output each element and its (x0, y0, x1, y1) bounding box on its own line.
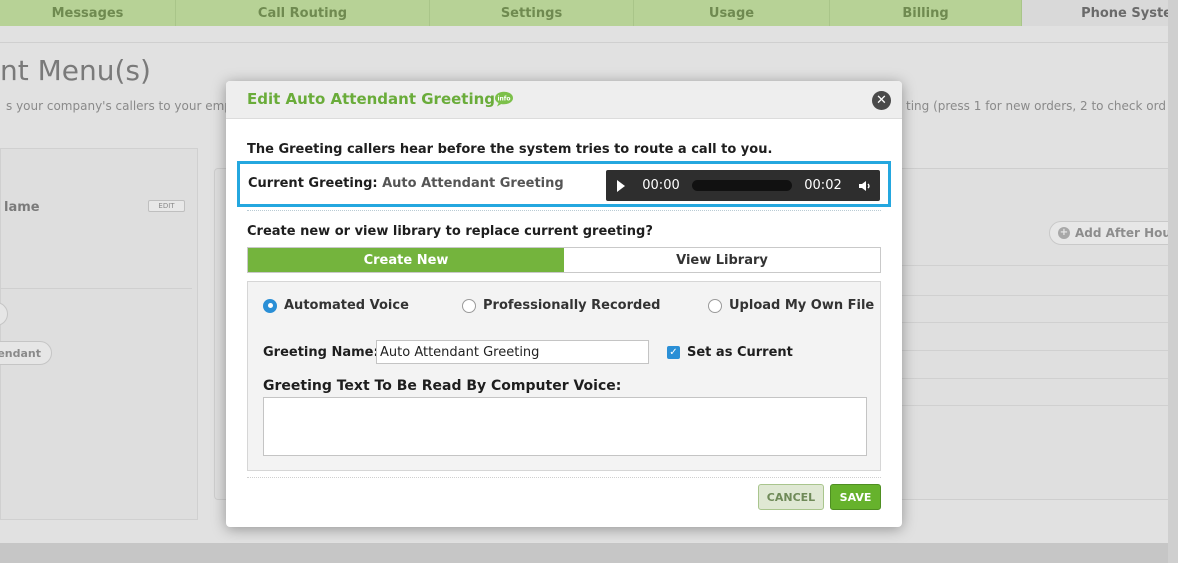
footer-divider (247, 477, 881, 478)
attendant-button-label: endant (0, 346, 41, 360)
svg-text:info: info (497, 95, 510, 102)
edit-badge-label: EDIT (158, 202, 175, 210)
table-row-divider (900, 265, 1170, 266)
greeting-name-input[interactable] (376, 340, 649, 364)
page-description: s your company's callers to your emp (6, 99, 232, 113)
nav-tab-billing[interactable]: Billing (830, 0, 1022, 26)
greeting-text-label: Greeting Text To Be Read By Computer Voi… (263, 378, 622, 394)
audio-duration: 00:02 (804, 178, 842, 193)
radio-professionally-recorded-label: Professionally Recorded (483, 298, 661, 313)
nav-tab-messages[interactable]: Messages (0, 0, 176, 26)
current-greeting-value: Auto Attendant Greeting (382, 176, 564, 191)
create-new-form: Automated Voice Professionally Recorded … (247, 281, 881, 471)
set-as-current-checkbox[interactable]: ✓ Set as Current (667, 345, 793, 360)
attendant-button[interactable]: endant (0, 341, 52, 365)
add-after-hours-label: Add After Hours (1075, 226, 1178, 240)
tab-view-library[interactable]: View Library (564, 248, 880, 272)
table-row-divider (900, 405, 1170, 406)
help-speech-bubble-icon[interactable]: info (494, 91, 514, 107)
table-row-divider (900, 378, 1170, 379)
plus-icon: + (1058, 227, 1070, 239)
page-description-continued: ting (press 1 for new orders, 2 to check… (906, 99, 1166, 113)
modal-title: Edit Auto Attendant Greeting (247, 90, 496, 108)
save-button[interactable]: SAVE (830, 484, 881, 510)
audio-progress-bar[interactable] (692, 180, 792, 191)
top-nav: Messages Call Routing Settings Usage Bil… (0, 0, 1178, 26)
page-title: nt Menu(s) (0, 54, 151, 87)
section-divider (247, 210, 881, 211)
greeting-text-input[interactable] (263, 397, 867, 456)
menu-name-label: lame (4, 200, 40, 215)
greeting-tabs: Create New View Library (247, 247, 881, 273)
radio-checked-icon (263, 298, 277, 313)
nav-tab-usage[interactable]: Usage (634, 0, 830, 26)
play-icon[interactable] (606, 170, 636, 201)
checkbox-checked-icon: ✓ (667, 346, 680, 359)
current-greeting-highlight: Current Greeting: Auto Attendant Greetin… (237, 161, 891, 207)
radio-automated-voice[interactable]: Automated Voice (263, 298, 409, 313)
greeting-name-label: Greeting Name: (263, 345, 379, 360)
add-after-hours-button[interactable]: + Add After Hours (1049, 221, 1178, 245)
create-or-library-prompt: Create new or view library to replace cu… (247, 224, 653, 239)
header-divider (0, 42, 1168, 43)
current-greeting-label-text: Current Greeting: (248, 176, 378, 191)
close-icon[interactable]: ✕ (872, 91, 891, 110)
set-as-current-label: Set as Current (687, 345, 793, 360)
edit-greeting-modal: Edit Auto Attendant Greeting info ✕ The … (226, 81, 902, 527)
volume-icon[interactable] (850, 170, 880, 201)
cancel-button[interactable]: CANCEL (758, 484, 824, 510)
tab-create-new[interactable]: Create New (248, 248, 564, 272)
radio-unchecked-icon (462, 298, 476, 313)
radio-automated-voice-label: Automated Voice (284, 298, 409, 313)
edit-name-button[interactable]: EDIT (148, 200, 185, 212)
radio-upload-own-file-label: Upload My Own File (729, 298, 875, 313)
table-row-divider (900, 350, 1170, 351)
current-greeting-label: Current Greeting: Auto Attendant Greetin… (248, 176, 564, 191)
radio-upload-own-file[interactable]: Upload My Own File (708, 298, 874, 313)
modal-header: Edit Auto Attendant Greeting info ✕ (226, 81, 902, 119)
nav-tab-phone-system[interactable]: Phone Syste (1022, 0, 1178, 26)
radio-unchecked-icon (708, 298, 722, 313)
table-row-divider (900, 322, 1170, 323)
page-footer (0, 543, 1178, 563)
nav-tab-settings[interactable]: Settings (430, 0, 634, 26)
audio-current-time: 00:00 (642, 178, 680, 193)
radio-professionally-recorded[interactable]: Professionally Recorded (462, 298, 660, 313)
nav-tab-call-routing[interactable]: Call Routing (176, 0, 430, 26)
greeting-intro-text: The Greeting callers hear before the sys… (247, 142, 773, 157)
table-row-divider (900, 295, 1170, 296)
audio-player: 00:00 00:02 (606, 170, 880, 201)
panel-divider (0, 288, 192, 289)
page-scrollbar[interactable] (1168, 0, 1178, 563)
